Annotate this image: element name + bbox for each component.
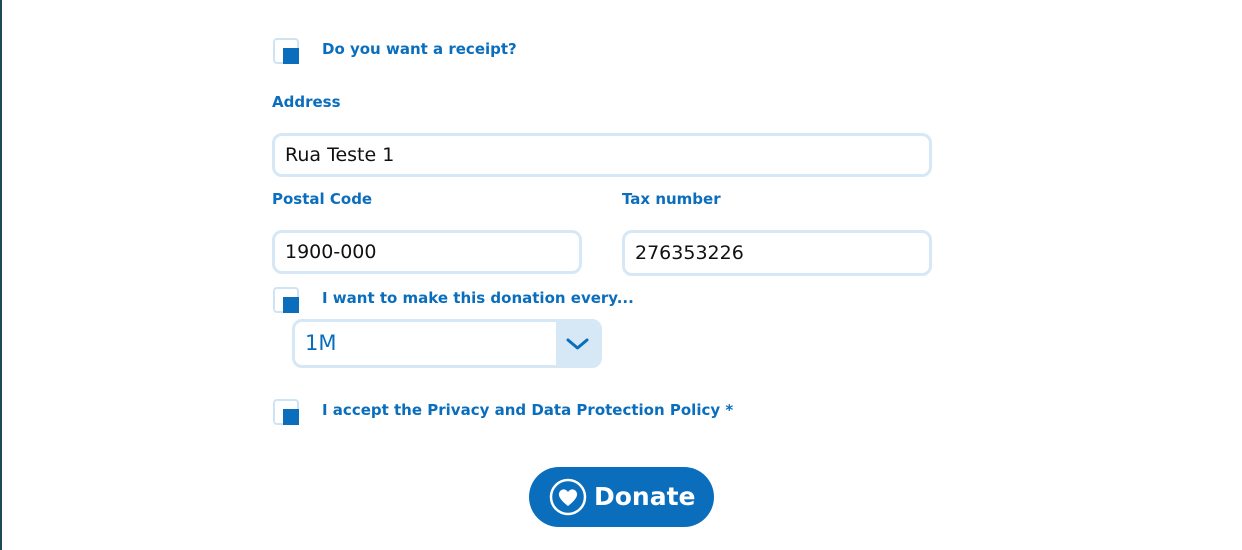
recurring-donation-checkbox[interactable] (273, 287, 299, 313)
checkbox-check-mark (283, 297, 299, 313)
donate-button-label: Donate (594, 482, 696, 511)
address-label: Address (272, 93, 341, 111)
chevron-down-icon (566, 338, 589, 350)
address-input[interactable] (272, 133, 932, 177)
frequency-dropdown-toggle[interactable] (556, 322, 599, 365)
receipt-checkbox[interactable] (273, 38, 299, 64)
postal-code-input[interactable] (272, 230, 582, 274)
receipt-label: Do you want a receipt? (322, 40, 517, 58)
left-border (0, 0, 2, 550)
donate-button[interactable]: Donate (529, 467, 714, 527)
privacy-policy-label: I accept the Privacy and Data Protection… (322, 401, 734, 419)
privacy-policy-checkbox[interactable] (273, 399, 299, 425)
recurring-donation-label: I want to make this donation every... (322, 289, 634, 307)
tax-number-input[interactable] (622, 230, 932, 276)
frequency-select[interactable]: 1M (292, 319, 602, 368)
heart-icon (549, 478, 587, 516)
tax-number-label: Tax number (622, 190, 721, 208)
postal-code-label: Postal Code (272, 190, 373, 208)
checkbox-check-mark (283, 48, 299, 64)
frequency-selected-value: 1M (305, 331, 337, 355)
checkbox-check-mark (283, 409, 299, 425)
